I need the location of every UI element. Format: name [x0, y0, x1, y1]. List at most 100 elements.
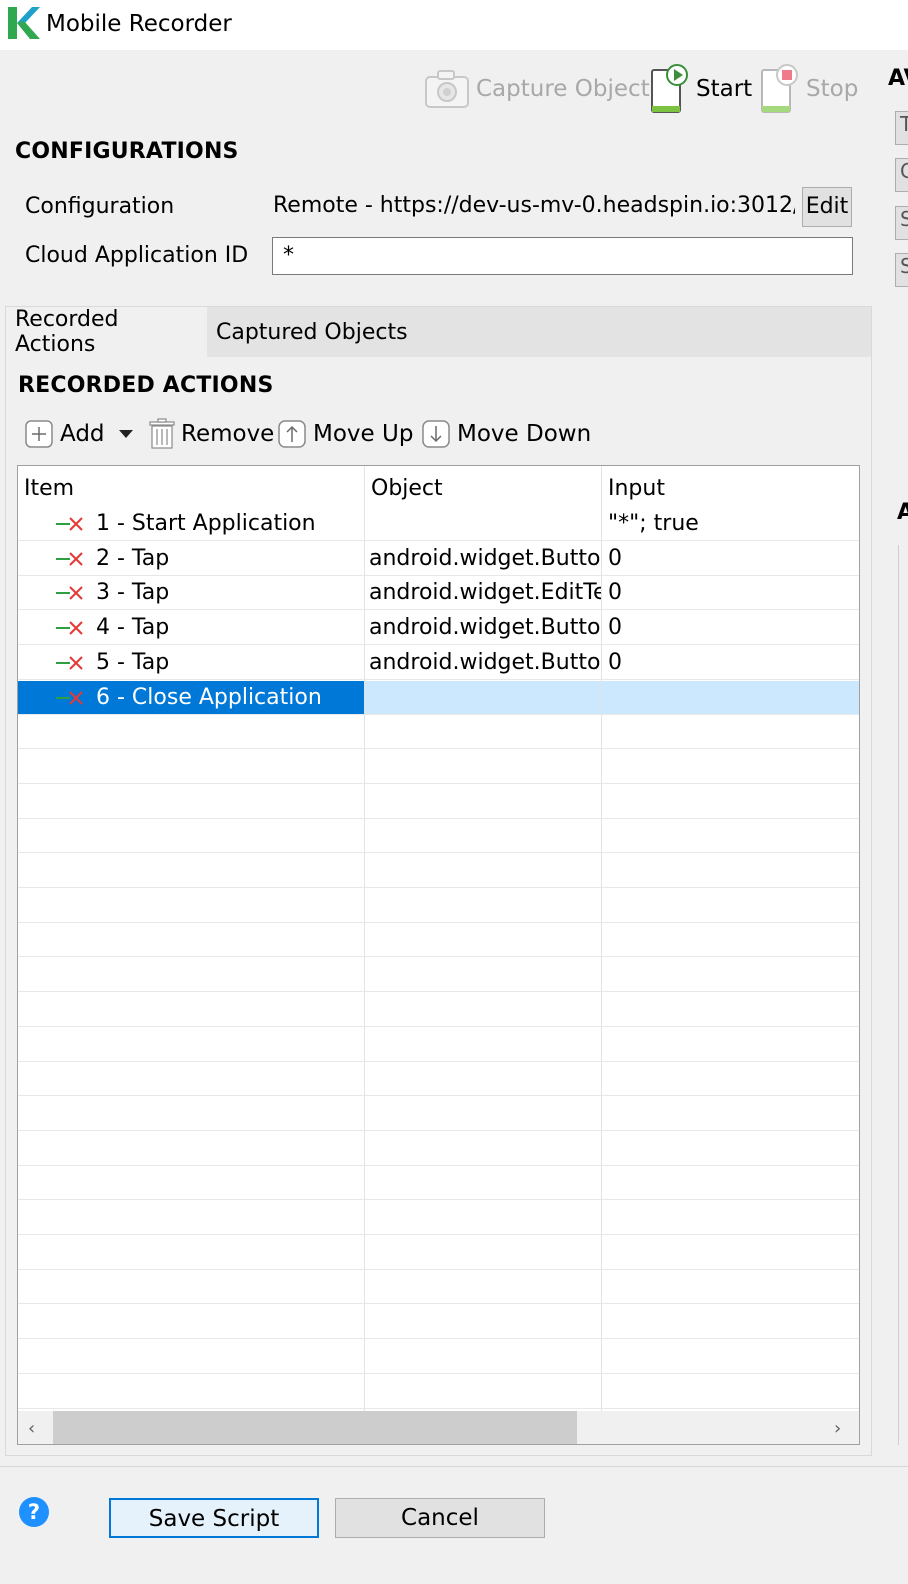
configurations-heading: CONFIGURATIONS: [15, 139, 239, 164]
help-icon[interactable]: ?: [18, 1496, 50, 1528]
table-row-empty: [18, 750, 859, 784]
right-panel-button-2[interactable]: C: [895, 158, 908, 192]
action-step-icon: [56, 656, 83, 670]
stop-button[interactable]: Stop: [760, 64, 858, 114]
scrollbar-thumb[interactable]: [53, 1411, 577, 1444]
right-panel-button-1[interactable]: T: [895, 111, 908, 145]
scroll-left-icon[interactable]: ‹: [28, 1418, 35, 1439]
arrow-down-icon: [422, 420, 450, 448]
add-button[interactable]: Add: [24, 416, 105, 452]
table-cell-input[interactable]: 0: [602, 611, 859, 644]
table-cell-object[interactable]: android.widget.Buttor: [365, 542, 601, 575]
table-row-empty: [18, 958, 859, 993]
table-row-empty: [18, 819, 859, 854]
mobile-start-icon: [651, 64, 688, 113]
move-down-label: Move Down: [457, 421, 592, 447]
svg-text:?: ?: [28, 1500, 40, 1524]
footer-divider: [0, 1466, 908, 1467]
table-row-empty: [18, 715, 859, 750]
table-row-empty: [18, 1201, 859, 1235]
arrow-up-icon: [278, 420, 306, 448]
table-row-empty: [18, 1132, 859, 1166]
table-row-empty: [18, 923, 859, 958]
start-label: Start: [696, 76, 753, 102]
add-dropdown-button[interactable]: [118, 416, 140, 452]
column-header-item[interactable]: Item: [24, 476, 74, 501]
action-step-icon: [56, 517, 83, 531]
table-row[interactable]: 6 - Close Application: [18, 680, 859, 715]
right-panel-divider: [898, 545, 899, 1445]
table-cell-object[interactable]: [365, 680, 601, 714]
stop-label: Stop: [806, 76, 859, 102]
table-row-empty: [18, 1305, 859, 1340]
start-button[interactable]: Start: [650, 64, 752, 114]
table-row-empty: [18, 1028, 859, 1062]
table-cell-object[interactable]: android.widget.Buttor: [365, 646, 601, 679]
column-header-object[interactable]: Object: [371, 476, 443, 501]
edit-configuration-button[interactable]: Edit: [802, 187, 852, 227]
table-cell-object[interactable]: android.widget.Buttor: [365, 611, 601, 644]
table-row-empty: [18, 1375, 859, 1409]
tab-captured-objects-label: Captured Objects: [216, 319, 408, 345]
table-cell-item-label: 4 - Tap: [96, 615, 170, 641]
scroll-right-icon[interactable]: ›: [834, 1418, 841, 1439]
remove-button[interactable]: Remove: [149, 416, 274, 452]
table-cell-input[interactable]: 0: [602, 646, 859, 679]
table-row-empty: [18, 1097, 859, 1131]
action-step-icon: [56, 690, 83, 705]
table-row[interactable]: 5 - Tap android.widget.Buttor 0: [18, 646, 859, 680]
table-row[interactable]: 4 - Tap android.widget.Buttor 0: [18, 611, 859, 646]
table-cell-input[interactable]: "*"; true: [602, 507, 859, 540]
table-cell-object[interactable]: [365, 507, 601, 540]
save-script-button[interactable]: Save Script: [109, 1498, 319, 1538]
add-label: Add: [60, 421, 105, 447]
table-row[interactable]: 3 - Tap android.widget.EditTe: 0: [18, 576, 859, 611]
katalon-logo-icon: [8, 7, 40, 39]
table-row[interactable]: 1 - Start Application "*"; true: [18, 507, 859, 541]
cloud-app-id-label: Cloud Application ID: [25, 243, 249, 268]
tab-recorded-actions[interactable]: Recorded Actions: [6, 307, 207, 357]
cancel-button[interactable]: Cancel: [335, 1498, 545, 1538]
configuration-label: Configuration: [25, 194, 175, 219]
table-row-empty: [18, 785, 859, 819]
action-step-icon: [56, 551, 83, 566]
move-up-label: Move Up: [313, 421, 414, 447]
table-row-empty: [18, 1166, 859, 1201]
action-step-icon: [56, 586, 83, 601]
column-header-input[interactable]: Input: [608, 476, 665, 501]
table-cell-object[interactable]: android.widget.EditTe:: [365, 576, 601, 609]
table-cell-input[interactable]: [602, 680, 859, 714]
table-row-empty: [18, 993, 859, 1027]
table-row-empty: [18, 1340, 859, 1374]
table-cell-item[interactable]: 4 - Tap: [18, 611, 364, 644]
move-down-button[interactable]: Move Down: [421, 416, 591, 452]
horizontal-scrollbar[interactable]: ‹ ›: [18, 1411, 859, 1444]
capture-object-label: Capture Object: [476, 76, 650, 102]
table-cell-item[interactable]: 5 - Tap: [18, 646, 364, 679]
table-cell-item[interactable]: 3 - Tap: [18, 576, 364, 609]
right-panel-heading-2: A: [897, 500, 908, 525]
table-cell-input[interactable]: 0: [602, 576, 859, 609]
trash-icon: [149, 418, 175, 449]
table-cell-input[interactable]: 0: [602, 542, 859, 575]
table-cell-item-label: 3 - Tap: [96, 580, 170, 606]
cloud-app-id-input[interactable]: *: [272, 237, 853, 275]
title-bar: Mobile Recorder: [0, 0, 908, 50]
caret-down-icon: [119, 430, 133, 438]
move-up-button[interactable]: Move Up: [277, 416, 413, 452]
capture-object-button[interactable]: Capture Object: [424, 64, 650, 114]
table-row-empty: [18, 1236, 859, 1270]
table-row-empty: [18, 889, 859, 923]
table-cell-item-label: 1 - Start Application: [96, 511, 316, 536]
right-panel-button-3[interactable]: S: [895, 206, 908, 240]
table-cell-item[interactable]: 6 - Close Application: [18, 680, 364, 714]
table-cell-item[interactable]: 2 - Tap: [18, 542, 364, 575]
table-row[interactable]: 2 - Tap android.widget.Buttor 0: [18, 542, 859, 576]
table-row-empty: [18, 854, 859, 888]
table-cell-item-label: 6 - Close Application: [96, 684, 322, 710]
mobile-stop-icon: [761, 64, 798, 113]
right-panel-button-4[interactable]: S: [895, 253, 908, 287]
table-cell-item[interactable]: 1 - Start Application: [18, 507, 364, 540]
tab-captured-objects[interactable]: Captured Objects: [207, 307, 417, 357]
recorded-actions-table[interactable]: Item Object Input 1 - Start Application "…: [17, 465, 860, 1445]
